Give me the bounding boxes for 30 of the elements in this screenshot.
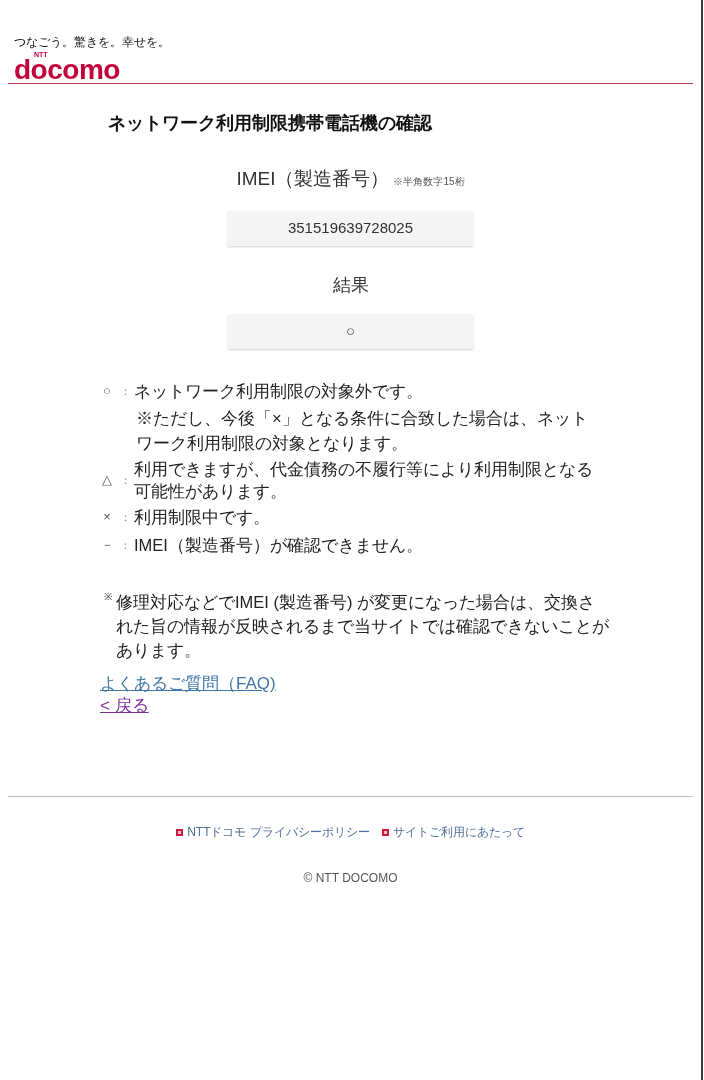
footer-link[interactable]: NTTドコモ プライバシーポリシー — [176, 824, 370, 840]
square-bullet-icon — [176, 828, 184, 836]
legend-text: 利用制限中です。 — [134, 507, 270, 528]
back-link[interactable]: < 戻る — [100, 695, 149, 717]
imei-label: IMEI（製造番号） — [236, 167, 390, 191]
status-symbol: × — [102, 508, 112, 526]
footer-link[interactable]: サイトご利用にあたって — [381, 824, 525, 840]
status-symbol: － — [99, 536, 115, 554]
legend-text: 利用できますが、代金債務の不履行等により利用制限となる可能性があります。 — [134, 459, 594, 502]
notice-text: 修理対応などでIMEI (製造番号) が変更になった場合は、交換された旨の情報が反映されるまで当サイトでは確認できないことがあります。 — [116, 592, 610, 661]
result-display: ○ — [228, 314, 473, 349]
imei-hint: ※半角数字15桁 — [393, 176, 465, 188]
colon-separator: ： — [119, 473, 132, 488]
legend-text: IMEI（製造番号）が確認できません。 — [134, 535, 423, 556]
result-label: 結果 — [332, 274, 369, 297]
colon-separator: ： — [119, 510, 132, 525]
page-title: ネットワーク利用制限携帯電話機の確認 — [108, 112, 432, 135]
legend-text: ネットワーク利用制限の対象外です。 — [134, 381, 424, 402]
notice-mark: ※ — [104, 590, 113, 604]
colon-separator: ： — [119, 384, 132, 399]
faq-link[interactable]: よくあるご質問（FAQ) — [100, 673, 276, 695]
tagline: つなごう。驚きを。幸せを。 — [14, 35, 170, 49]
copyright: © NTT DOCOMO — [303, 870, 398, 886]
status-symbol: ○ — [102, 382, 112, 400]
colon-separator: ： — [119, 538, 132, 553]
status-symbol: △ — [101, 471, 113, 489]
imei-field[interactable]: 351519639728025 — [228, 211, 473, 246]
square-bullet-icon — [381, 828, 389, 836]
legend-note: ※ただし、今後「×」となる条件に合致した場合は、ネットワーク利用制限の対象となります。 — [136, 408, 588, 454]
logo-wordmark: docomo — [14, 58, 120, 81]
